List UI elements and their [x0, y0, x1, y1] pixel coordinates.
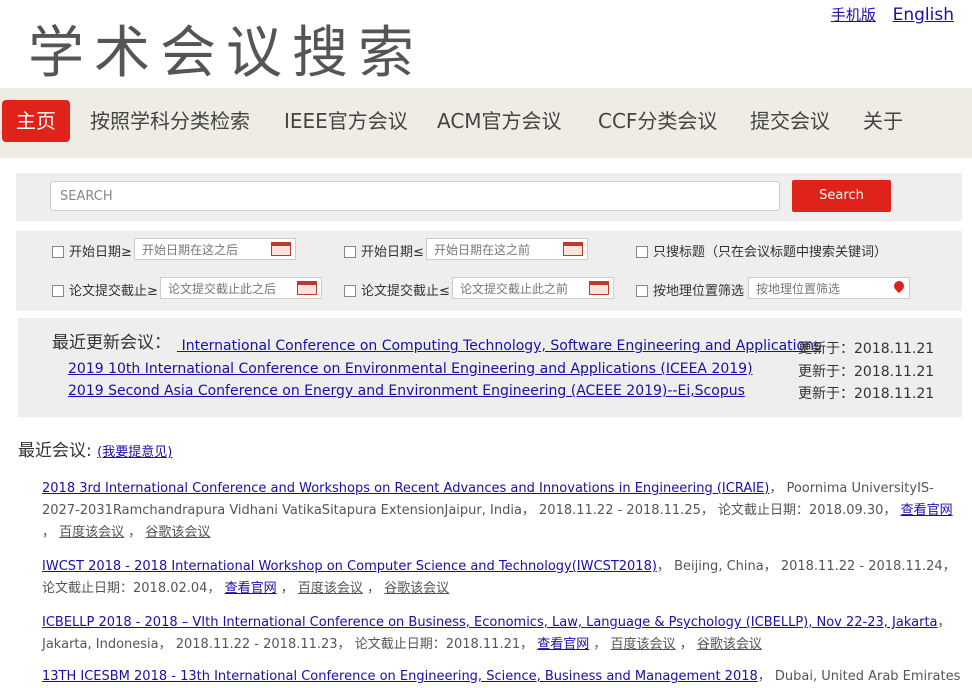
deadline-before-filter: 论文提交截止≤: [344, 280, 450, 299]
baidu-search-link[interactable]: 百度该会议: [59, 525, 124, 540]
nav-home[interactable]: 主页: [2, 100, 70, 142]
nav-submit[interactable]: 提交会议: [750, 100, 830, 142]
main-nav: 主页 按照学科分类检索 IEEE官方会议 ACM官方会议 CCF分类会议 提交会…: [0, 88, 972, 158]
conference-title-link[interactable]: ICBELLP 2018 - 2018 – VIth International…: [42, 615, 938, 630]
nav-ieee[interactable]: IEEE官方会议: [284, 100, 408, 142]
nav-ccf[interactable]: CCF分类会议: [598, 100, 717, 142]
start-before-filter: 开始日期≤: [344, 241, 424, 260]
title-only-label: 只搜标题（只在会议标题中搜索关键词）: [653, 245, 888, 260]
search-input[interactable]: SEARCH: [50, 181, 780, 211]
filter-panel: 开始日期≥ 开始日期在这之后 开始日期≤ 开始日期在这之前 只搜标题（只在会议标…: [16, 231, 962, 311]
conference-title-link[interactable]: 2018 3rd International Conference and Wo…: [42, 481, 769, 496]
updated-item: ICCTSEA 2019 - International Conference …: [68, 338, 948, 357]
location-pin-icon[interactable]: [891, 278, 907, 294]
calendar-icon[interactable]: [271, 242, 291, 256]
recent-conferences-title: 最近会议: (我要提意见): [18, 436, 172, 461]
google-search-link[interactable]: 谷歌该会议: [145, 525, 210, 540]
start-after-placeholder: 开始日期在这之后: [142, 243, 239, 257]
start-before-label: 开始日期≤: [361, 245, 424, 260]
top-links: 手机版 English: [819, 4, 954, 25]
deadline-before-checkbox[interactable]: [344, 284, 356, 297]
updated-date: 更新于：2018.11.21: [798, 341, 935, 357]
conference-title-link[interactable]: IWCST 2018 - 2018 International Workshop…: [42, 559, 657, 574]
google-search-link[interactable]: 谷歌该会议: [384, 581, 449, 596]
conference-title-link[interactable]: 13TH ICESBM 2018 - 13th International Co…: [42, 669, 758, 684]
deadline-before-label: 论文提交截止≤: [361, 284, 450, 299]
updated-conference-link[interactable]: 2019 Second Asia Conference on Energy an…: [68, 383, 745, 399]
location-input[interactable]: 按地理位置筛选: [748, 277, 910, 299]
google-search-link[interactable]: 谷歌该会议: [697, 637, 762, 652]
calendar-icon[interactable]: [589, 281, 609, 295]
updated-item: 2019 10th International Conference on En…: [68, 361, 948, 380]
location-checkbox[interactable]: [636, 284, 648, 297]
baidu-search-link[interactable]: 百度该会议: [611, 637, 676, 652]
updated-item: 2019 Second Asia Conference on Energy an…: [68, 383, 948, 402]
conference-item: IWCST 2018 - 2018 International Workshop…: [42, 559, 956, 596]
calendar-icon[interactable]: [563, 242, 583, 256]
start-before-checkbox[interactable]: [344, 245, 356, 258]
start-after-label: 开始日期≥: [69, 245, 132, 260]
search-button[interactable]: Search: [792, 180, 891, 212]
title-only-filter: 只搜标题（只在会议标题中搜索关键词）: [636, 241, 887, 260]
conference-item: 13TH ICESBM 2018 - 13th International Co…: [42, 666, 961, 688]
start-after-filter: 开始日期≥: [52, 241, 132, 260]
start-after-checkbox[interactable]: [52, 245, 64, 258]
deadline-before-input[interactable]: 论文提交截止此之前: [452, 277, 614, 299]
start-after-input[interactable]: 开始日期在这之后: [134, 238, 296, 260]
deadline-after-placeholder: 论文提交截止此之后: [168, 282, 277, 296]
updated-conference-link[interactable]: ICCTSEA 2019 - International Conference …: [68, 338, 821, 354]
start-before-placeholder: 开始日期在这之前: [434, 243, 531, 257]
title-only-checkbox[interactable]: [636, 245, 648, 258]
deadline-before-placeholder: 论文提交截止此之前: [460, 282, 569, 296]
mobile-link[interactable]: 手机版: [831, 6, 876, 24]
calendar-icon[interactable]: [297, 281, 317, 295]
conference-item: ICBELLP 2018 - 2018 – VIth International…: [42, 615, 951, 652]
updated-date: 更新于：2018.11.21: [798, 386, 935, 402]
location-placeholder: 按地理位置筛选: [756, 282, 841, 296]
conference-item: 2018 3rd International Conference and Wo…: [42, 481, 953, 540]
site-logo: 学术会议搜索: [28, 21, 424, 86]
official-site-link[interactable]: 查看官网: [225, 581, 277, 596]
search-bar: SEARCH Search: [16, 173, 962, 221]
deadline-after-input[interactable]: 论文提交截止此之后: [160, 277, 322, 299]
deadline-after-label: 论文提交截止≥: [69, 284, 158, 299]
baidu-search-link[interactable]: 百度该会议: [298, 581, 363, 596]
updated-conference-link[interactable]: 2019 10th International Conference on En…: [68, 361, 753, 377]
official-site-link[interactable]: 查看官网: [901, 503, 953, 518]
nav-acm[interactable]: ACM官方会议: [437, 100, 562, 142]
start-before-input[interactable]: 开始日期在这之前: [426, 238, 588, 260]
deadline-after-checkbox[interactable]: [52, 284, 64, 297]
deadline-after-filter: 论文提交截止≥: [52, 280, 158, 299]
english-link[interactable]: English: [893, 5, 954, 25]
nav-subject-search[interactable]: 按照学科分类检索: [90, 100, 250, 142]
location-filter: 按地理位置筛选: [636, 280, 744, 299]
nav-about[interactable]: 关于: [863, 100, 903, 142]
conference-details: ， Dubai, United Arab Emirates: [757, 669, 961, 684]
location-label: 按地理位置筛选: [653, 284, 745, 299]
official-site-link[interactable]: 查看官网: [537, 637, 589, 652]
feedback-link[interactable]: (我要提意见): [97, 445, 172, 460]
recently-updated-panel: ICCTSEA 2019 - International Conference …: [18, 318, 962, 417]
recently-updated-title: 最近更新会议：: [52, 328, 177, 353]
updated-date: 更新于：2018.11.21: [798, 364, 935, 380]
recent-conferences-heading: 最近会议:: [18, 441, 92, 461]
